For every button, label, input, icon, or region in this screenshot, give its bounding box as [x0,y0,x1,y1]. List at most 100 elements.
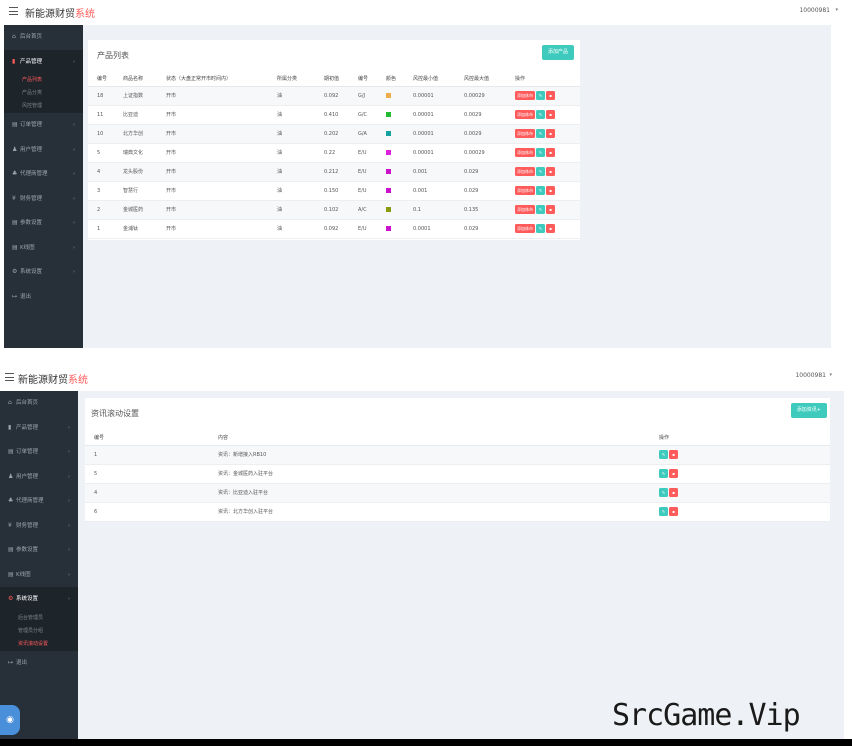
add-closure-button[interactable]: 添加休市 [515,91,535,100]
cell-min: 0.001 [404,162,455,182]
chevron-right-icon: › [68,547,70,553]
sidebar-item[interactable]: ♣ 代理商管理 › [4,162,83,187]
cell-actions: 添加休市 ✎ ▪ [506,219,580,239]
edit-icon[interactable]: ✎ [536,167,545,176]
cell-actions: 添加休市 ✎ ▪ [506,105,580,125]
delete-icon[interactable]: ▪ [546,148,555,157]
top-bar: 新能源财贸系统 10000981 ▾ [0,363,852,387]
sidebar-item-label: 后台首页 [16,400,39,406]
sidebar-item[interactable]: ▤ 订单管理 › [4,113,83,138]
sidebar-item[interactable]: ▤ 参数设置 › [4,211,83,236]
sidebar-item[interactable]: ▤ 订单管理 › [0,440,78,465]
user-account[interactable]: 10000981 [795,372,826,379]
add-closure-button[interactable]: 添加休市 [515,167,535,176]
sidebar-item[interactable]: ¥ 财务管理 › [0,514,78,539]
delete-icon[interactable]: ▪ [546,205,555,214]
sidebar-subitem[interactable]: 产品列表 [4,74,83,87]
sidebar-item[interactable]: ↦ 退出 [4,285,83,310]
edit-icon[interactable]: ✎ [536,205,545,214]
edit-icon[interactable]: ✎ [536,224,545,233]
cell-name: 金浦钛 [114,219,157,239]
add-closure-button[interactable]: 添加休市 [515,186,535,195]
top-bar: 新能源财贸系统 10000981 ▾ [0,0,852,24]
chevron-down-icon[interactable]: ▾ [835,7,838,13]
cell-max: 0.029 [455,162,506,182]
sidebar-item-label: 订单管理 [16,449,39,455]
cell-min: 0.001 [404,181,455,201]
sidebar-item[interactable]: ▤ K线图 › [0,563,78,588]
cell-name: 龙头股份 [114,162,157,182]
column-header: 编号 [85,431,209,446]
edit-icon[interactable]: ✎ [536,148,545,157]
edit-icon[interactable]: ✎ [536,110,545,119]
delete-icon[interactable]: ▪ [669,450,678,459]
add-closure-button[interactable]: 添加休市 [515,205,535,214]
edit-icon[interactable]: ✎ [659,469,668,478]
sidebar-item[interactable]: ▤ K线图 › [4,236,83,261]
edit-icon[interactable]: ✎ [659,507,668,516]
sidebar-item[interactable]: ↦ 退出 [0,651,78,676]
cell-id: 4 [85,483,209,503]
help-float-icon[interactable]: ◉ [0,705,20,735]
chevron-right-icon: › [68,498,70,504]
user-account[interactable]: 10000981 [799,7,830,14]
sidebar-nav: ⌂ 后台首页 ▮ 产品管理 › 产品列表 产品分类 风控管理 ▤ 订单管理 › ♟ 用户管理 › ♣ 代理商管… [4,25,83,309]
delete-icon[interactable]: ▪ [546,129,555,138]
cell-id: 18 [88,86,114,106]
menu-icon[interactable] [9,7,18,15]
column-header: 风控最小值 [404,72,455,87]
sidebar-item-label: K线图 [16,571,31,578]
app-brand: 新能源财贸系统 [18,375,88,386]
sidebar-item[interactable]: ⌂ 后台首页 [0,391,78,416]
delete-icon[interactable]: ▪ [546,186,555,195]
delete-icon[interactable]: ▪ [546,167,555,176]
sidebar-item[interactable]: ♟ 用户管理 › [4,138,83,163]
sidebar-item[interactable]: ♣ 代理商管理 › [0,489,78,514]
sidebar-subitem[interactable]: 后台管理员 [0,612,78,625]
cell-content: 资讯：新增接入RB10 [209,445,650,465]
sidebar-item[interactable]: ⚙ 系统设置 › [4,260,83,285]
cell-max: 0.00029 [455,143,506,163]
sidebar-item[interactable]: ⚙ 系统设置 › [0,587,78,612]
chevron-right-icon: › [73,244,75,251]
delete-icon[interactable]: ▪ [669,469,678,478]
edit-icon[interactable]: ✎ [659,488,668,497]
sidebar-item[interactable]: ▤ 参数设置 › [0,538,78,563]
sidebar-item-label: 财务管理 [16,522,39,529]
sidebar-item[interactable]: ⌂ 后台首页 [4,25,83,50]
sidebar-subitem[interactable]: 资讯滚动设置 [0,638,78,651]
add-product-button[interactable]: 添加产品 [541,45,574,60]
add-news-button[interactable]: 添加资讯+ [790,403,827,418]
edit-icon[interactable]: ✎ [536,186,545,195]
edit-icon[interactable]: ✎ [536,129,545,138]
cell-content: 资讯：北方华创入驻平台 [209,502,650,522]
menu-icon[interactable] [5,373,14,381]
sidebar-item[interactable]: ♟ 用户管理 › [0,465,78,490]
add-closure-button[interactable]: 添加休市 [515,224,535,233]
cell-id: 11 [88,105,114,125]
cell-cat: 油 [268,200,315,220]
column-header: 期初值 [315,72,349,87]
chevron-down-icon[interactable]: ▾ [829,372,832,378]
product-icon: ▮ [8,423,12,431]
edit-icon[interactable]: ✎ [536,91,545,100]
color-swatch [386,111,391,117]
add-closure-button[interactable]: 添加休市 [515,110,535,119]
sidebar-nav: ⌂ 后台首页 ▮ 产品管理 › ▤ 订单管理 › ♟ 用户管理 › ♣ 代理商管理 › ¥ 财务管理 › ▤ 参数设… [0,391,78,675]
sidebar-subitem[interactable]: 产品分类 [4,87,83,100]
sidebar-subitem[interactable]: 风控管理 [4,100,83,113]
sidebar-item[interactable]: ▮ 产品管理 › [4,49,83,74]
chevron-right-icon: › [68,571,70,578]
delete-icon[interactable]: ▪ [546,224,555,233]
delete-icon[interactable]: ▪ [669,507,678,516]
delete-icon[interactable]: ▪ [669,488,678,497]
sidebar-subitem[interactable]: 管理员分组 [0,625,78,638]
add-closure-button[interactable]: 添加休市 [515,129,535,138]
sidebar-item-label: 产品管理 [16,424,39,431]
delete-icon[interactable]: ▪ [546,110,555,119]
edit-icon[interactable]: ✎ [659,450,668,459]
sidebar-item[interactable]: ▮ 产品管理 › [0,416,78,441]
sidebar-item[interactable]: ¥ 财务管理 › [4,187,83,212]
add-closure-button[interactable]: 添加休市 [515,148,535,157]
delete-icon[interactable]: ▪ [546,91,555,100]
